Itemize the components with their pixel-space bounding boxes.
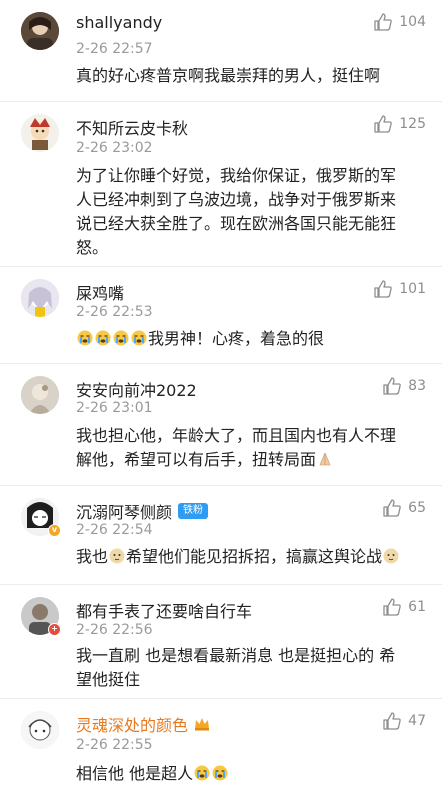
comment-text: 我男神！心疼，着急的很: [148, 329, 325, 348]
timestamp: 2-26 22:53: [76, 304, 153, 320]
comment-text: 我一直刷 也是想看最新消息 也是挺担心的 希望他挺住: [76, 646, 396, 689]
avatar[interactable]: [21, 711, 59, 749]
like-button[interactable]: 104: [373, 12, 426, 32]
comment-item: v 沉溺阿琴侧颜 铁粉 2-26 22:54 65 我也 希望他们能见招拆招，搞赢这…: [0, 486, 442, 585]
crown-icon: [195, 718, 210, 731]
badge-icon: +: [48, 623, 61, 636]
like-count: 104: [399, 14, 426, 30]
thumbs-up-icon: [374, 13, 393, 31]
thumbs-up-icon: [374, 280, 393, 298]
comment-text: 我男神！心疼，着急的很: [76, 327, 404, 351]
comment-text: 我也担心他，年龄大了，而且国内也有人不理解他，希望可以有后手，扭转局面: [76, 426, 397, 469]
fan-tag-badge: 铁粉: [178, 503, 209, 519]
like-button[interactable]: 61: [382, 597, 426, 617]
crying-emoji-icon: [113, 330, 129, 346]
like-count: 65: [408, 500, 426, 516]
username[interactable]: 灵魂深处的颜色: [76, 712, 210, 736]
comment-text: 相信他 他是超人: [76, 762, 404, 786]
crying-emoji-icon: [194, 765, 210, 781]
comment-text: 相信他 他是超人: [76, 764, 194, 783]
timestamp: 2-26 22:56: [76, 622, 153, 638]
comment-list: shallyandy 2-26 22:57 104 真的好心疼普京啊我最崇拜的男…: [0, 0, 442, 800]
timestamp: 2-26 22:57: [76, 41, 153, 57]
verified-badge-icon: v: [48, 524, 61, 537]
comment-text: 真的好心疼普京啊我最崇拜的男人，挺住啊: [76, 66, 381, 85]
doge-emoji-icon: [109, 548, 125, 564]
thumbs-up-icon: [383, 499, 401, 517]
username[interactable]: 不知所云皮卡秋: [76, 115, 188, 139]
username[interactable]: 屎鸡嘴: [76, 280, 124, 304]
timestamp: 2-26 23:02: [76, 140, 153, 156]
thumbs-up-icon: [374, 115, 393, 133]
username[interactable]: shallyandy: [76, 13, 162, 32]
username[interactable]: 安安向前冲2022: [76, 377, 197, 401]
comment-item: 安安向前冲2022 2-26 23:01 83 我也担心他，年龄大了，而且国内也…: [0, 364, 442, 486]
comment-item: 灵魂深处的颜色 2-26 22:55 47 相信他 他是超人: [0, 699, 442, 800]
like-count: 101: [399, 281, 426, 297]
comment-text-part: 希望他们能见招拆招，搞赢这舆论战: [126, 547, 383, 566]
avatar[interactable]: [21, 376, 59, 414]
avatar[interactable]: [21, 12, 59, 50]
crying-emoji-icon: [77, 330, 93, 346]
comment-item: + 都有手表了还要啥自行车 2-26 22:56 61 我一直刷 也是想看最新消…: [0, 585, 442, 699]
avatar[interactable]: [21, 279, 59, 317]
crying-emoji-icon: [212, 765, 228, 781]
thumbs-up-icon: [383, 377, 401, 395]
thumbs-up-icon: [383, 712, 401, 730]
crying-emoji-icon: [95, 330, 111, 346]
comment-item: 屎鸡嘴 2-26 22:53 101 我男神！心疼，着急的很: [0, 267, 442, 364]
username[interactable]: 都有手表了还要啥自行车: [76, 598, 252, 622]
comment-item: shallyandy 2-26 22:57 104 真的好心疼普京啊我最崇拜的男…: [0, 0, 442, 102]
timestamp: 2-26 22:55: [76, 737, 153, 753]
like-button[interactable]: 101: [373, 279, 426, 299]
crying-emoji-icon: [131, 330, 147, 346]
like-button[interactable]: 65: [382, 498, 426, 518]
doge-emoji-icon: [383, 548, 399, 564]
like-count: 47: [408, 713, 426, 729]
like-count: 83: [408, 378, 426, 394]
timestamp: 2-26 23:01: [76, 400, 153, 416]
praying-hands-icon: [319, 452, 331, 466]
like-button[interactable]: 47: [382, 711, 426, 731]
comment-text-part: 我也: [76, 547, 109, 566]
avatar[interactable]: [21, 114, 59, 152]
comment-text: 为了让你睡个好觉，我给你保证，俄罗斯的军人已经冲刺到了乌波边境，战争对于俄罗斯来…: [76, 166, 397, 257]
comment-text: 我也 希望他们能见招拆招，搞赢这舆论战: [76, 545, 404, 569]
like-count: 125: [399, 116, 426, 132]
comment-text: 我也担心他，年龄大了，而且国内也有人不理解他，希望可以有后手，扭转局面: [76, 424, 404, 472]
like-button[interactable]: 83: [382, 376, 426, 396]
like-count: 61: [408, 599, 426, 615]
thumbs-up-icon: [383, 598, 401, 616]
like-button[interactable]: 125: [373, 114, 426, 134]
comment-item: 不知所云皮卡秋 2-26 23:02 125 为了让你睡个好觉，我给你保证，俄罗…: [0, 102, 442, 267]
username[interactable]: 沉溺阿琴侧颜 铁粉: [76, 499, 209, 523]
timestamp: 2-26 22:54: [76, 522, 153, 538]
